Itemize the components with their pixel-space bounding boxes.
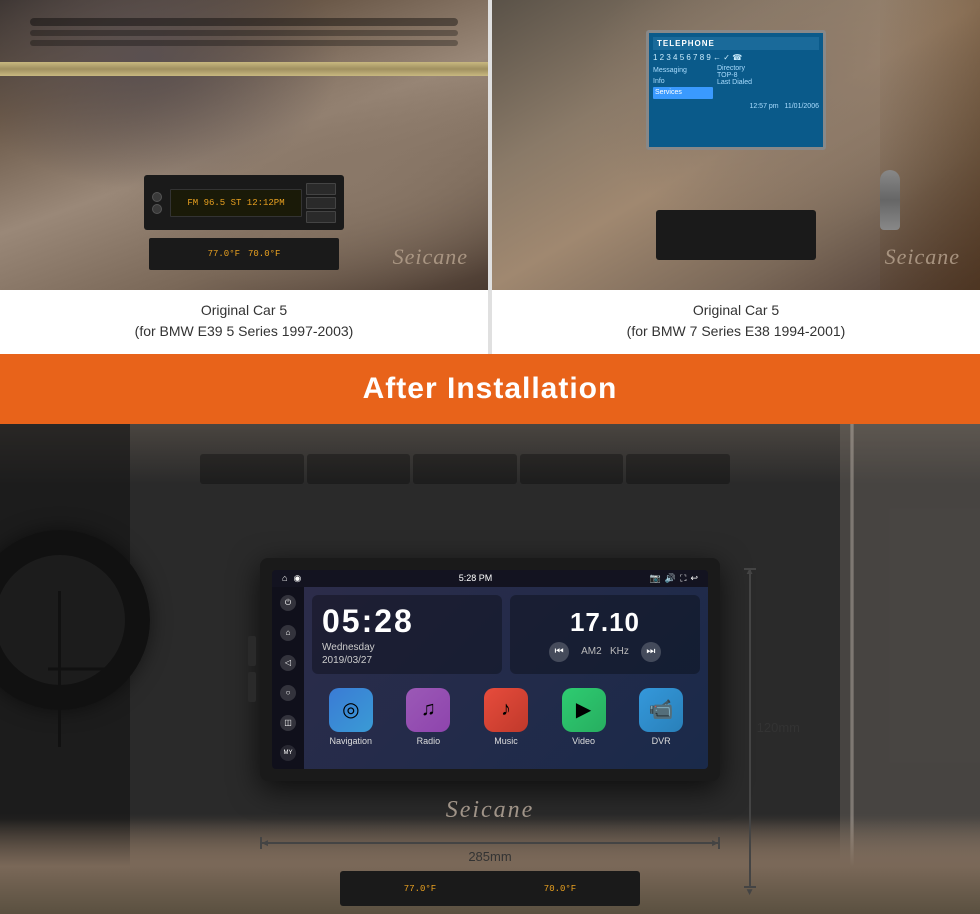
app-grid: ◎ Navigation ♫ Radio ♪ Music	[312, 684, 700, 750]
camera-status-icon: 📷	[650, 573, 661, 584]
unit-side-buttons	[248, 636, 256, 702]
after-installation-section: ⌂ ◉ 5:28 PM 📷 🔊 ⛶ ↩	[0, 424, 980, 914]
after-installation-image: ⌂ ◉ 5:28 PM 📷 🔊 ⛶ ↩	[0, 424, 980, 914]
app-radio[interactable]: ♫ Radio	[406, 688, 450, 746]
vent-area	[200, 454, 730, 484]
fullscreen-icon[interactable]: ⛶	[680, 573, 686, 584]
nav-icon[interactable]: ◎	[329, 688, 373, 732]
status-time: 5:28 PM	[459, 573, 493, 583]
banner-title: After Installation	[363, 372, 618, 405]
caption-left: Original Car 5 (for BMW E39 5 Series 199…	[135, 300, 354, 342]
android-screen: ⌂ ◉ 5:28 PM 📷 🔊 ⛶ ↩	[272, 570, 708, 769]
radio-widget: 17.10 ⏮ AM2 KHz ⏭	[510, 595, 700, 674]
after-installation-banner: After Installation	[0, 354, 980, 424]
side-home-icon[interactable]: ⌂	[280, 625, 296, 641]
status-bar-right: 📷 🔊 ⛶ ↩	[650, 573, 698, 584]
dvr-label: DVR	[652, 736, 671, 746]
status-bar: ⌂ ◉ 5:28 PM 📷 🔊 ⛶ ↩	[272, 570, 708, 587]
height-dimension-label: 120mm	[757, 720, 800, 735]
dvr-icon[interactable]: 📹	[639, 688, 683, 732]
radio-band: AM2 KHz	[581, 646, 629, 657]
caption-right: Original Car 5 (for BMW 7 Series E38 199…	[627, 300, 846, 342]
head-unit-wrapper: ⌂ ◉ 5:28 PM 📷 🔊 ⛶ ↩	[260, 558, 720, 781]
car-panel-right: TELEPHONE 1 2 3 4 5 6 7 8 9 ← ✓ ☎ Messag…	[492, 0, 980, 354]
side-my-icon[interactable]: MY	[280, 745, 296, 761]
music-label: Music	[494, 736, 518, 746]
side-window-icon[interactable]: ◫	[280, 715, 296, 731]
app-navigation[interactable]: ◎ Navigation	[329, 688, 373, 746]
head-unit: ⌂ ◉ 5:28 PM 📷 🔊 ⛶ ↩	[260, 558, 720, 781]
top-section: FM 96.5 ST 12:12PM 77.0°F 70.0°F Seicane…	[0, 0, 980, 354]
radio-controls: ⏮ AM2 KHz ⏭	[549, 642, 661, 662]
top-widgets: 05:28 Wednesday 2019/03/27 17.10 ⏮	[312, 595, 700, 674]
app-music[interactable]: ♪ Music	[484, 688, 528, 746]
gps-icon: ◉	[293, 573, 301, 584]
dimension-height: ▲ ▼ 120mm	[749, 568, 800, 888]
width-dimension-label: 285mm	[468, 849, 511, 864]
clock-widget: 05:28 Wednesday 2019/03/27	[312, 595, 502, 674]
radio-frequency: 17.10	[570, 607, 640, 638]
volume-status-icon: 🔊	[665, 573, 676, 584]
android-layout: ⏻ ⌂ ◁ ○ ◫ MY 05:28	[272, 587, 708, 769]
phone-header: TELEPHONE	[653, 37, 819, 50]
radio-prev-btn[interactable]: ⏮	[549, 642, 569, 662]
app-dvr[interactable]: 📹 DVR	[639, 688, 683, 746]
clock-day: Wednesday	[322, 642, 492, 653]
clock-date: 2019/03/27	[322, 655, 492, 666]
bottom-dashboard: 77.0°F 70.0°F	[0, 819, 980, 914]
clock-time: 05:28	[322, 603, 492, 640]
radio-display-left: FM 96.5 ST 12:12PM	[170, 189, 302, 217]
video-icon[interactable]: ▶	[562, 688, 606, 732]
nav-label: Navigation	[330, 736, 373, 746]
music-icon[interactable]: ♪	[484, 688, 528, 732]
original-radio-left: FM 96.5 ST 12:12PM	[144, 175, 344, 230]
phone-screen-right: TELEPHONE 1 2 3 4 5 6 7 8 9 ← ✓ ☎ Messag…	[646, 30, 826, 150]
side-circle-icon[interactable]: ○	[280, 685, 296, 701]
radio-next-btn[interactable]: ⏭	[641, 642, 661, 662]
home-icon[interactable]: ⌂	[282, 573, 287, 583]
car-panel-left: FM 96.5 ST 12:12PM 77.0°F 70.0°F Seicane…	[0, 0, 488, 354]
status-bar-left: ⌂ ◉	[282, 573, 301, 584]
radio-icon[interactable]: ♫	[406, 688, 450, 732]
app-video[interactable]: ▶ Video	[562, 688, 606, 746]
radio-label: Radio	[417, 736, 441, 746]
car-image-right: TELEPHONE 1 2 3 4 5 6 7 8 9 ← ✓ ☎ Messag…	[492, 0, 980, 290]
back-icon[interactable]: ↩	[690, 573, 698, 584]
side-power-icon[interactable]: ⏻	[280, 595, 296, 611]
video-label: Video	[572, 736, 595, 746]
main-content-area: 05:28 Wednesday 2019/03/27 17.10 ⏮	[304, 587, 708, 769]
car-image-left: FM 96.5 ST 12:12PM 77.0°F 70.0°F Seicane	[0, 0, 488, 290]
side-back-icon[interactable]: ◁	[280, 655, 296, 671]
watermark-left: Seicane	[393, 244, 468, 270]
dimension-width: ◄ ► 285mm	[260, 842, 720, 864]
side-menu: ⏻ ⌂ ◁ ○ ◫ MY	[272, 587, 304, 769]
